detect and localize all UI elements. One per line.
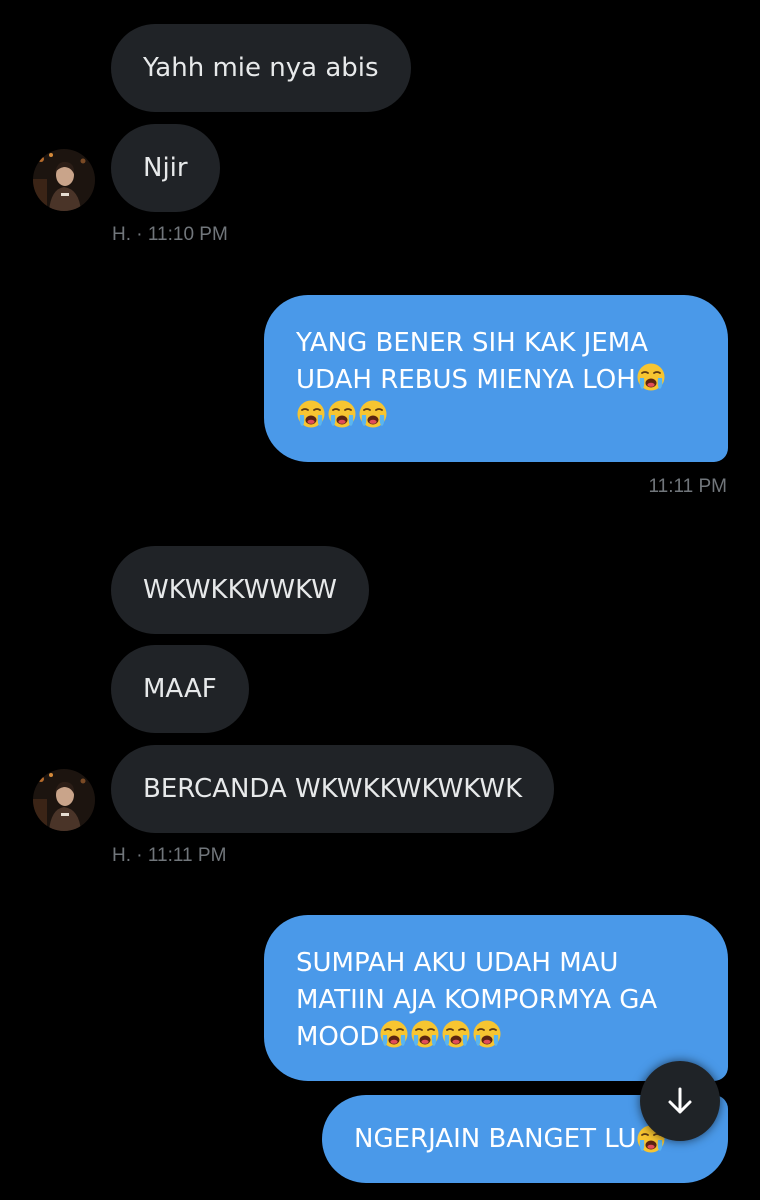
message-text: BERCANDA WKWKKWKWKWK [143,773,523,804]
message-bubble-incoming[interactable]: MAAF [111,645,249,733]
crying-emoji [441,1019,471,1049]
message-text-line: SUMPAH AKU UDAH MAU [296,948,619,978]
message-bubble-incoming[interactable]: Yahh mie nya abis [111,24,411,112]
arrow-down-icon [668,1087,692,1114]
scroll-to-bottom-button[interactable] [640,1061,720,1141]
message-timestamp: H. · 11:11 PM [112,845,227,866]
message-text-line: MATIIN AJA KOMPORMYA GA [296,985,658,1015]
message-text-line: UDAH REBUS MIENYA LOH [296,365,636,395]
message-bubble-outgoing[interactable]: YANG BENER SIH KAK JEMA UDAH REBUS MIENY… [264,295,728,462]
crying-emoji [296,399,326,429]
message-bubble-outgoing[interactable]: SUMPAH AKU UDAH MAU MATIIN AJA KOMPORMYA… [264,915,728,1081]
crying-emoji [472,1019,502,1049]
message-text: Yahh mie nya abis [143,52,379,83]
message-bubble-incoming[interactable]: BERCANDA WKWKKWKWKWK [111,745,555,833]
message-bubble-incoming[interactable]: WKWKKWWKW [111,546,369,634]
message-text-line: YANG BENER SIH KAK JEMA [296,328,648,358]
crying-emoji [327,399,357,429]
message-text: MAAF [143,673,217,704]
message-text: NGERJAIN BANGET LU [354,1123,637,1154]
avatar[interactable] [33,769,95,831]
message-bubble-incoming[interactable]: Njir [111,124,220,212]
message-timestamp: H. · 11:10 PM [112,224,228,245]
crying-emoji [636,362,666,392]
user-avatar [33,149,95,211]
message-text-line: MOOD [296,1022,380,1052]
crying-emoji [410,1019,440,1049]
crying-emoji [379,1019,409,1049]
avatar[interactable] [33,149,95,211]
message-text: WKWKKWWKW [143,574,337,605]
message-text: Njir [143,152,188,183]
user-avatar [33,769,95,831]
message-timestamp: 11:11 PM [648,476,727,497]
crying-emoji [358,399,388,429]
